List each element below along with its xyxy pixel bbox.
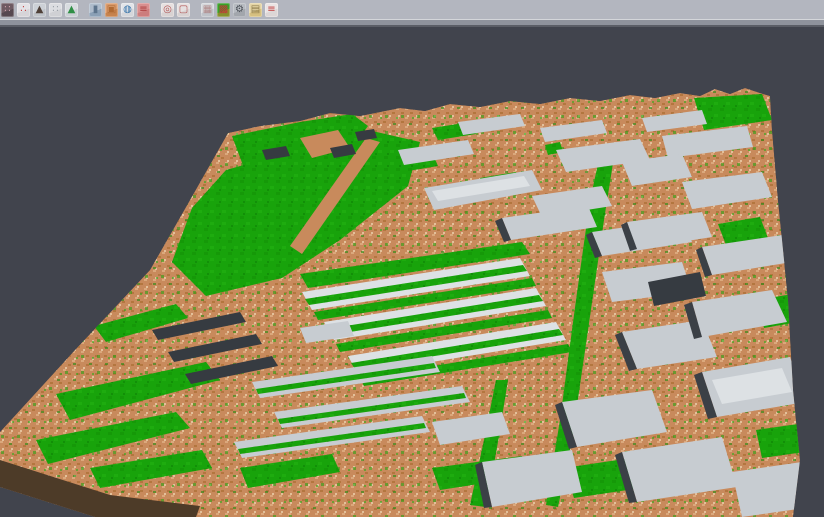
point-cloud-dark-icon[interactable]: ∷: [1, 3, 14, 17]
terrain-green-icon[interactable]: ▲: [65, 3, 78, 17]
toolbar-icons: ∷ ∴ ▲ ∷ ▲ ▮ ▣ ◍ ≡ ◎ ▢ ▦ ▩ ⚙ ▤ ≡: [1, 3, 278, 17]
attribute-table-icon-glyph: ≡: [139, 5, 147, 15]
transparency-grid-icon[interactable]: ▦: [201, 3, 214, 17]
toolbar-edge-strip: [0, 19, 824, 27]
report-tan-icon-glyph: ▤: [251, 5, 260, 15]
3d-viewport[interactable]: [0, 27, 824, 517]
ground-surface-icon-glyph: ▣: [107, 5, 116, 15]
terrain-dark-icon[interactable]: ▲: [33, 3, 46, 17]
flag-striped-icon-glyph: ≡: [267, 5, 275, 15]
toolbar: ∷ ∴ ▲ ∷ ▲ ▮ ▣ ◍ ≡ ◎ ▢ ▦ ▩ ⚙ ▤ ≡: [0, 0, 824, 19]
selection-circle-icon-glyph: ◎: [163, 5, 172, 15]
profile-section-icon[interactable]: ▮: [89, 3, 102, 17]
globe-icon-glyph: ◍: [123, 5, 132, 15]
classify-points-icon[interactable]: ∴: [17, 3, 30, 17]
ground-surface-icon[interactable]: ▣: [105, 3, 118, 17]
crop-region-icon[interactable]: ▢: [177, 3, 190, 17]
terrain-green-icon-glyph: ▲: [68, 5, 76, 15]
settings-gear-icon-glyph: ⚙: [235, 5, 244, 15]
selection-circle-icon[interactable]: ◎: [161, 3, 174, 17]
toolbar-separator: [153, 3, 158, 17]
classification-colors-icon-glyph: ▩: [219, 5, 228, 15]
classification-colors-icon[interactable]: ▩: [217, 3, 230, 17]
report-tan-icon[interactable]: ▤: [249, 3, 262, 17]
crop-region-icon-glyph: ▢: [179, 5, 188, 15]
points-sparse-icon[interactable]: ∷: [49, 3, 62, 17]
points-sparse-icon-glyph: ∷: [52, 5, 58, 15]
terrain-model[interactable]: [0, 88, 812, 517]
terrain-dark-icon-glyph: ▲: [36, 5, 44, 15]
toolbar-separator: [81, 3, 86, 17]
attribute-table-icon[interactable]: ≡: [137, 3, 150, 17]
transparency-grid-icon-glyph: ▦: [203, 5, 212, 15]
application-window: ∷ ∴ ▲ ∷ ▲ ▮ ▣ ◍ ≡ ◎ ▢ ▦ ▩ ⚙ ▤ ≡: [0, 0, 824, 517]
vegetation-right-low-texture: [756, 424, 804, 458]
profile-section-icon-glyph: ▮: [93, 5, 99, 15]
toolbar-separator: [193, 3, 198, 17]
flag-striped-icon[interactable]: ≡: [265, 3, 278, 17]
globe-icon[interactable]: ◍: [121, 3, 134, 17]
classify-points-icon-glyph: ∴: [20, 5, 26, 15]
settings-gear-icon[interactable]: ⚙: [233, 3, 246, 17]
terrain-scene: [0, 27, 824, 517]
point-cloud-dark-icon-glyph: ∷: [4, 5, 10, 15]
